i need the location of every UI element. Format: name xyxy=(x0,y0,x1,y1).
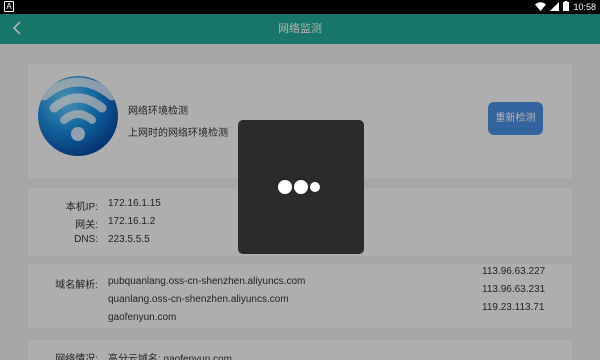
loading-dot xyxy=(294,180,308,194)
loading-dot xyxy=(310,182,320,192)
notification-a-icon: A xyxy=(4,1,14,12)
loading-dot xyxy=(278,180,292,194)
loading-dots-icon xyxy=(278,178,324,196)
battery-icon xyxy=(563,1,570,13)
status-time: 10:58 xyxy=(573,2,596,12)
status-bar: A 10:58 xyxy=(0,0,600,14)
wifi-icon xyxy=(535,1,547,13)
signal-icon xyxy=(550,1,560,13)
loading-dialog xyxy=(238,120,364,254)
